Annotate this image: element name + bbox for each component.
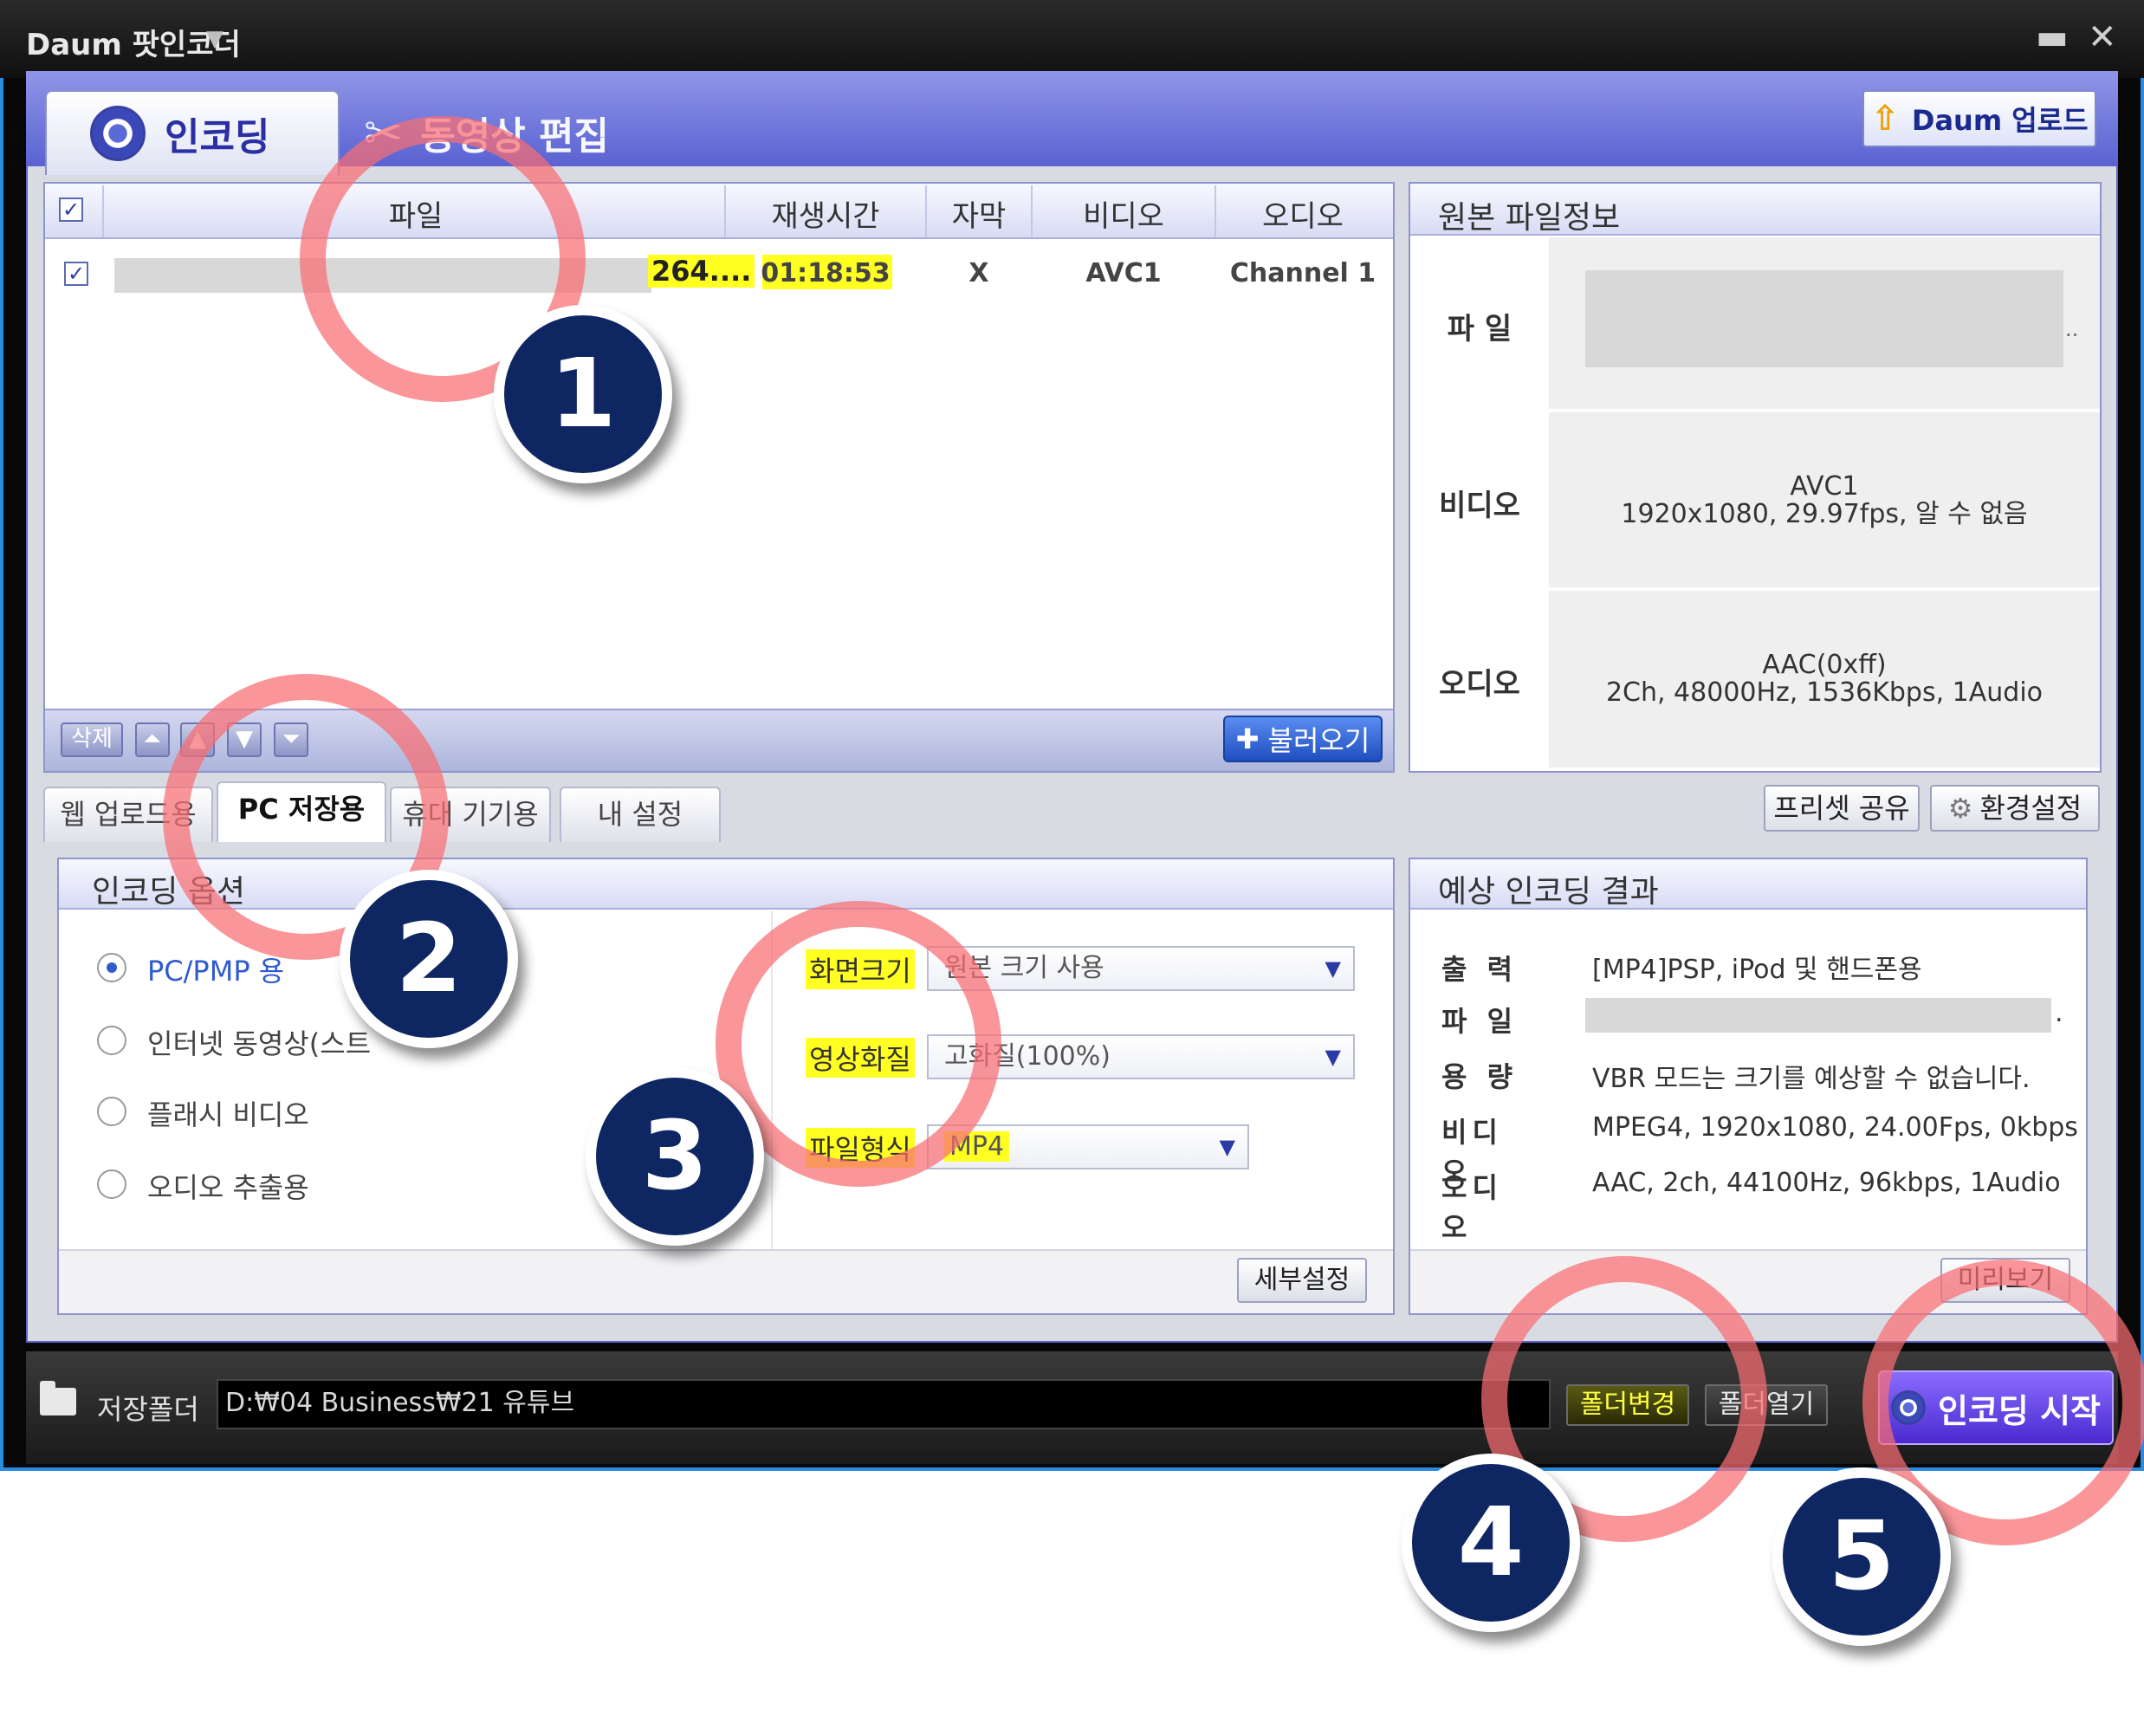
result-size-value: VBR 모드는 크기를 예상할 수 없습니다. (1592, 1064, 2031, 1094)
step-badge-5: 5 (1772, 1467, 1951, 1646)
info-audio-codec: AAC(0xff) (1762, 650, 1887, 680)
chevron-down-icon: ▼ (1325, 1045, 1341, 1069)
radio-internet-video-label[interactable]: 인터넷 동영상(스트 (147, 1022, 371, 1062)
radio-flash-video-label[interactable]: 플래시 비디오 (147, 1093, 309, 1133)
row-duration: 01:18:53 (761, 258, 891, 288)
info-file-suffix: .. (2065, 317, 2079, 341)
settings-label: 환경설정 (1979, 792, 2082, 825)
load-files-label: 불러오기 (1267, 724, 1370, 757)
column-header-video[interactable]: 비디오 (1033, 192, 1215, 234)
close-button[interactable]: ✕ (2088, 17, 2117, 57)
encoding-options-footer (59, 1249, 1393, 1313)
detail-settings-button[interactable]: 세부설정 (1237, 1258, 1367, 1303)
radio-audio-extract-label[interactable]: 오디오 추출용 (147, 1166, 309, 1206)
settings-button[interactable]: ⚙ 환경설정 (1930, 785, 2100, 832)
tab-my-settings[interactable]: 내 설정 (560, 787, 721, 842)
tab-encoding[interactable]: 인코딩 (45, 90, 340, 175)
screen-size-select[interactable]: 원본 크기 사용 ▼ (927, 946, 1355, 991)
plus-icon: ✚ (1235, 722, 1260, 755)
format-select[interactable]: MP4 ▼ (927, 1124, 1249, 1169)
chevron-down-icon: ▼ (1325, 956, 1341, 981)
film-reel-icon (90, 106, 146, 161)
result-file-suffix: . (2055, 998, 2063, 1028)
result-file-label: 파 일 (1441, 1005, 1519, 1038)
info-audio-detail: 2Ch, 48000Hz, 1536Kbps, 1Audio (1605, 677, 2044, 708)
select-all-checkbox[interactable]: ✓ (59, 198, 83, 222)
step-badge-3: 3 (586, 1067, 764, 1246)
radio-pc-pmp[interactable] (97, 953, 126, 982)
save-folder-label: 저장폴더 (97, 1393, 199, 1426)
preset-share-button[interactable]: 프리셋 공유 (1764, 785, 1920, 832)
daum-upload-button[interactable]: ⇧ Daum 업로드 (1862, 90, 2096, 147)
column-header-subtitle[interactable]: 자막 (927, 192, 1031, 234)
expected-result-title: 예상 인코딩 결과 (1438, 874, 1659, 910)
save-path-field[interactable]: D:₩04 Business₩21 유튜브 (217, 1379, 1551, 1429)
result-audio-label: 오디오 (1441, 1171, 1503, 1244)
step-badge-2: 2 (340, 870, 518, 1048)
info-file-label: 파 일 (1447, 312, 1512, 347)
original-info-title: 원본 파일정보 (1438, 200, 1621, 236)
radio-internet-video[interactable] (97, 1026, 126, 1055)
redacted-file-path (1585, 270, 2063, 367)
gear-icon: ⚙ (1947, 792, 1973, 825)
result-output-label: 출 력 (1441, 953, 1519, 986)
info-audio-label: 오디오 (1439, 667, 1520, 702)
minimize-button[interactable]: ▬ (2036, 17, 2069, 57)
row-subtitle: X (968, 258, 989, 288)
main-tab-strip (26, 71, 2118, 166)
radio-flash-video[interactable] (97, 1097, 126, 1126)
upload-arrow-icon: ⇧ (1870, 99, 1900, 139)
redacted-output-file (1585, 998, 2051, 1033)
step-badge-1: 1 (494, 305, 672, 483)
row-checkbox[interactable]: ✓ (64, 262, 88, 286)
column-header-duration[interactable]: 재생시간 (726, 192, 925, 234)
row-video: AVC1 (1085, 258, 1162, 288)
result-size-label: 용 량 (1441, 1060, 1519, 1093)
info-video-codec: AVC1 (1790, 471, 1859, 502)
delete-button[interactable]: 삭제 (61, 722, 123, 757)
radio-audio-extract[interactable] (97, 1169, 126, 1199)
title-bar (0, 0, 2144, 78)
result-audio-value: AAC, 2ch, 44100Hz, 96kbps, 1Audio (1592, 1168, 2061, 1198)
move-top-button[interactable]: ⏶ (135, 722, 170, 757)
column-header-audio[interactable]: 오디오 (1216, 192, 1389, 234)
row-audio: Channel 1 (1229, 258, 1376, 288)
info-video-label: 비디오 (1439, 489, 1520, 523)
chevron-down-icon: ▼ (1219, 1135, 1235, 1159)
daum-upload-label: Daum 업로드 (1911, 104, 2089, 137)
result-video-value: MPEG4, 1920x1080, 24.00Fps, 0kbps (1592, 1112, 2078, 1143)
folder-icon (40, 1381, 76, 1415)
title-menu-caret-icon[interactable]: ▼ (206, 26, 223, 52)
info-video-detail: 1920x1080, 29.97fps, 알 수 없음 (1621, 499, 2028, 529)
load-files-button[interactable]: ✚ 불러오기 (1223, 716, 1383, 762)
tab-encoding-label: 인코딩 (165, 115, 270, 159)
result-output-value: [MP4]PSP, iPod 및 핸드폰용 (1592, 955, 1922, 985)
step-badge-4: 4 (1402, 1454, 1580, 1632)
radio-pc-pmp-label[interactable]: PC/PMP 용 (147, 949, 284, 989)
